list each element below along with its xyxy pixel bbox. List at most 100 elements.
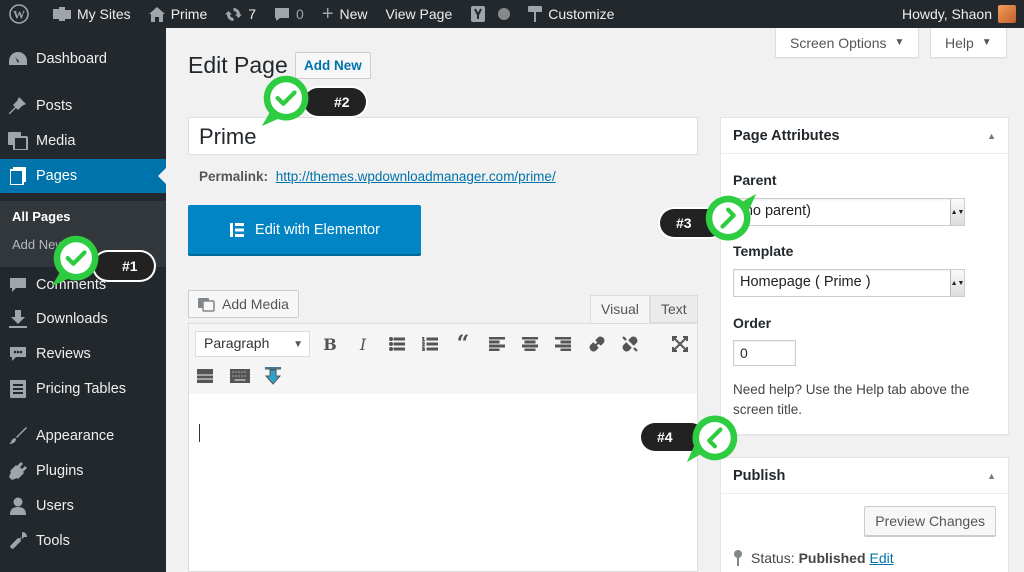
view-page-label: View Page <box>385 6 453 22</box>
preview-changes-button[interactable]: Preview Changes <box>864 506 996 536</box>
svg-text:W: W <box>13 8 25 22</box>
sidebar-item-label: Pages <box>36 168 78 184</box>
permalink: Permalink: http://themes.wpdownloadmanag… <box>199 169 556 184</box>
tab-text[interactable]: Text <box>650 295 698 323</box>
plus-icon: + <box>321 3 334 25</box>
parent-select[interactable]: (no parent) ▲▼ <box>733 198 965 226</box>
editor-content-area[interactable] <box>188 394 698 572</box>
customize-link[interactable]: Customize <box>519 0 623 28</box>
customize-label: Customize <box>548 6 615 22</box>
screen-options-button[interactable]: Screen Options ▼ <box>775 28 920 58</box>
add-media-button[interactable]: Add Media <box>188 290 299 318</box>
order-input[interactable]: 0 <box>733 340 796 366</box>
blockquote-button[interactable]: “ <box>451 331 475 357</box>
triangle-down-icon: ▼ <box>894 37 905 48</box>
sidebar-item-downloads[interactable]: Downloads <box>0 302 166 336</box>
media-icon <box>0 132 36 150</box>
seo-status-dot-icon <box>498 8 511 20</box>
updates-icon <box>225 7 243 21</box>
sidebar-item-label: Plugins <box>36 463 84 479</box>
text-cursor <box>199 424 200 442</box>
template-select[interactable]: Homepage ( Prime ) ▲▼ <box>733 269 965 297</box>
wordpress-logo-icon[interactable]: W <box>0 0 44 28</box>
insert-download-button[interactable] <box>261 364 285 388</box>
paint-roller-icon <box>528 6 543 22</box>
read-more-button[interactable] <box>193 364 217 388</box>
format-select[interactable]: Paragraph ▼ <box>195 331 310 357</box>
comments-menu[interactable]: 0 <box>265 0 313 28</box>
sidebar-item-tools[interactable]: Tools <box>0 524 166 558</box>
page-attributes-box: Page Attributes ▲ Parent (no parent) ▲▼ … <box>720 117 1009 435</box>
collapse-arrow-icon[interactable]: ▲ <box>987 131 996 141</box>
sidebar-item-appearance[interactable]: Appearance <box>0 419 166 453</box>
download-arrow-icon <box>265 367 281 385</box>
checkmark-pin-icon <box>685 408 741 464</box>
sidebar-item-label: Appearance <box>36 428 115 444</box>
comments-icon <box>0 277 36 293</box>
align-right-icon <box>555 337 571 351</box>
read-more-icon <box>197 369 213 383</box>
admin-bar: W My Sites Prime 7 0 + New View Page Cus… <box>0 0 1024 28</box>
download-icon <box>0 310 36 328</box>
add-media-icon <box>198 298 215 312</box>
view-page-link[interactable]: View Page <box>377 0 462 28</box>
sidebar-item-pricing-tables[interactable]: Pricing Tables <box>0 372 166 406</box>
page-attributes-header[interactable]: Page Attributes ▲ <box>721 118 1008 154</box>
edit-with-elementor-button[interactable]: Edit with Elementor <box>188 205 421 254</box>
permalink-url-link[interactable]: http://themes.wpdownloadmanager.com/prim… <box>276 169 556 184</box>
sidebar-item-reviews[interactable]: Reviews <box>0 337 166 371</box>
sidebar-item-media[interactable]: Media <box>0 124 166 158</box>
checkmark-pin-icon <box>702 192 758 248</box>
submenu-all-pages[interactable]: All Pages <box>12 209 71 224</box>
sidebar-item-users[interactable]: Users <box>0 489 166 523</box>
reviews-icon <box>0 346 36 362</box>
table-icon <box>0 380 36 398</box>
triangle-down-icon: ▼ <box>293 339 303 350</box>
bold-button[interactable]: B <box>318 332 342 356</box>
sidebar-item-plugins[interactable]: Plugins <box>0 454 166 488</box>
quote-icon: “ <box>456 331 470 357</box>
my-sites-label: My Sites <box>77 6 131 22</box>
my-sites-menu[interactable]: My Sites <box>44 0 140 28</box>
sidebar-item-posts[interactable]: Posts <box>0 89 166 123</box>
align-left-icon <box>489 337 505 351</box>
align-center-button[interactable] <box>518 332 542 356</box>
yoast-menu[interactable] <box>461 0 519 28</box>
comment-bubble-icon <box>275 7 290 21</box>
align-right-button[interactable] <box>551 332 575 356</box>
bullet-list-button[interactable] <box>385 332 409 356</box>
insert-link-button[interactable] <box>585 332 609 356</box>
help-button[interactable]: Help ▼ <box>930 28 1007 58</box>
site-name-label: Prime <box>170 6 208 22</box>
admin-sidebar: Dashboard Posts Media Pages All Pages Ad… <box>0 28 166 572</box>
account-menu[interactable]: Howdy, Shaon <box>893 0 1020 28</box>
new-content-menu[interactable]: + New <box>313 0 377 28</box>
updates-count: 7 <box>248 6 257 22</box>
sidebar-item-label: Pricing Tables <box>36 381 127 397</box>
unlink-button[interactable] <box>618 332 642 356</box>
add-media-label: Add Media <box>222 296 289 312</box>
checkmark-pin-icon <box>50 232 106 288</box>
status-value: Published <box>798 550 866 566</box>
sidebar-item-label: Users <box>36 498 74 514</box>
parent-label: Parent <box>733 172 777 188</box>
sidebar-item-dashboard[interactable]: Dashboard <box>0 42 166 76</box>
italic-button[interactable]: I <box>351 332 375 356</box>
howdy-label: Howdy, Shaon <box>901 6 992 22</box>
site-name-menu[interactable]: Prime <box>140 0 217 28</box>
pin-icon <box>734 550 742 566</box>
elementor-icon <box>230 222 245 237</box>
updates-menu[interactable]: 7 <box>216 0 265 28</box>
tab-visual[interactable]: Visual <box>590 295 650 323</box>
sidebar-item-pages[interactable]: Pages <box>0 159 166 193</box>
fullscreen-button[interactable] <box>668 332 692 356</box>
publish-header[interactable]: Publish ▲ <box>721 458 1008 494</box>
collapse-arrow-icon[interactable]: ▲ <box>987 471 996 481</box>
plugin-icon <box>0 462 36 480</box>
numbered-list-button[interactable]: 123 <box>418 332 442 356</box>
toolbar-toggle-button[interactable] <box>228 364 252 388</box>
align-left-button[interactable] <box>485 332 509 356</box>
pin-icon <box>0 97 36 115</box>
sites-icon <box>53 7 71 21</box>
edit-status-link[interactable]: Edit <box>870 550 894 566</box>
